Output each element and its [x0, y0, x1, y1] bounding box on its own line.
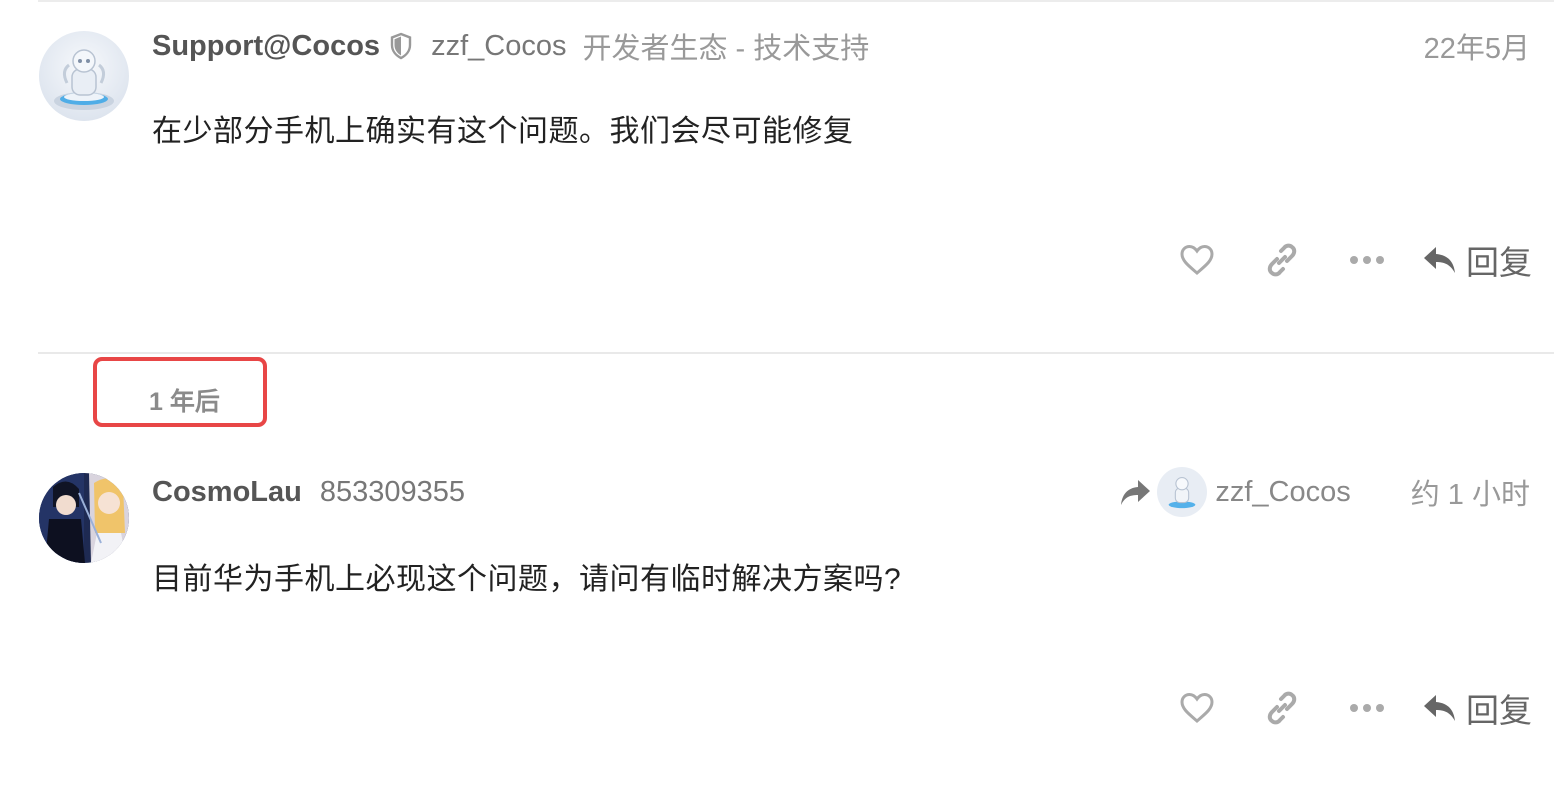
post-divider [38, 352, 1554, 354]
ellipsis-icon [1350, 704, 1384, 712]
like-button[interactable] [1172, 237, 1222, 283]
link-icon [1267, 243, 1297, 277]
more-actions-button[interactable] [1342, 685, 1392, 731]
heart-icon [1180, 244, 1214, 275]
topic-page: Support@Cocos zzf_Cocos 开发者生态 - 技术支持 22年… [0, 0, 1554, 792]
post-date[interactable]: 约 1 小时 [1411, 471, 1530, 513]
avatar-cosmolau[interactable] [39, 473, 129, 563]
reply-label: 回复 [1466, 244, 1532, 281]
time-gap-label: 1 年后 [149, 388, 220, 416]
reply-arrow-icon [1424, 695, 1455, 721]
copy-link-button[interactable] [1257, 685, 1307, 731]
user-full-name[interactable]: 853309355 [320, 476, 465, 509]
username[interactable]: CosmoLau [152, 476, 302, 509]
post-meta: Support@Cocos zzf_Cocos 开发者生态 - 技术支持 22年… [152, 26, 1530, 66]
reply-label: 回复 [1466, 692, 1532, 729]
user-full-name[interactable]: zzf_Cocos [431, 30, 566, 63]
shield-icon [389, 32, 413, 60]
anime-avatar-icon [39, 473, 129, 563]
post-meta: CosmoLau 853309355 zzf_Cocos 约 1 小时 [152, 467, 1530, 517]
post-body: 目前华为手机上必现这个问题，请问有临时解决方案吗? [152, 563, 902, 596]
heart-icon [1180, 692, 1214, 723]
share-arrow-icon [1121, 480, 1151, 505]
reply-button[interactable]: 回复 [1422, 684, 1532, 732]
reply-button[interactable]: 回复 [1422, 236, 1532, 284]
user-title: 开发者生态 - 技术支持 [582, 33, 870, 65]
more-actions-button[interactable] [1342, 237, 1392, 283]
reply-to-indicator[interactable]: zzf_Cocos [1119, 467, 1351, 517]
reply-arrow-icon [1424, 247, 1455, 273]
robot-avatar-icon [39, 31, 129, 121]
copy-link-button[interactable] [1257, 237, 1307, 283]
link-icon [1267, 691, 1297, 725]
post-date[interactable]: 22年5月 [1424, 25, 1530, 67]
like-button[interactable] [1172, 685, 1222, 731]
robot-avatar-icon [1157, 467, 1208, 517]
reply-to-username: zzf_Cocos [1215, 475, 1351, 508]
post-cosmolau: CosmoLau 853309355 zzf_Cocos 约 1 小时 目前华为… [0, 448, 1554, 792]
post-actions: 回复 [1172, 236, 1532, 284]
post-support: Support@Cocos zzf_Cocos 开发者生态 - 技术支持 22年… [0, 0, 1554, 352]
username[interactable]: Support@Cocos [152, 30, 380, 63]
avatar-support[interactable] [39, 31, 129, 121]
ellipsis-icon [1350, 256, 1384, 264]
reply-to-avatar [1157, 467, 1208, 517]
post-actions: 回复 [1172, 684, 1532, 732]
post-body: 在少部分手机上确实有这个问题。我们会尽可能修复 [152, 115, 854, 148]
